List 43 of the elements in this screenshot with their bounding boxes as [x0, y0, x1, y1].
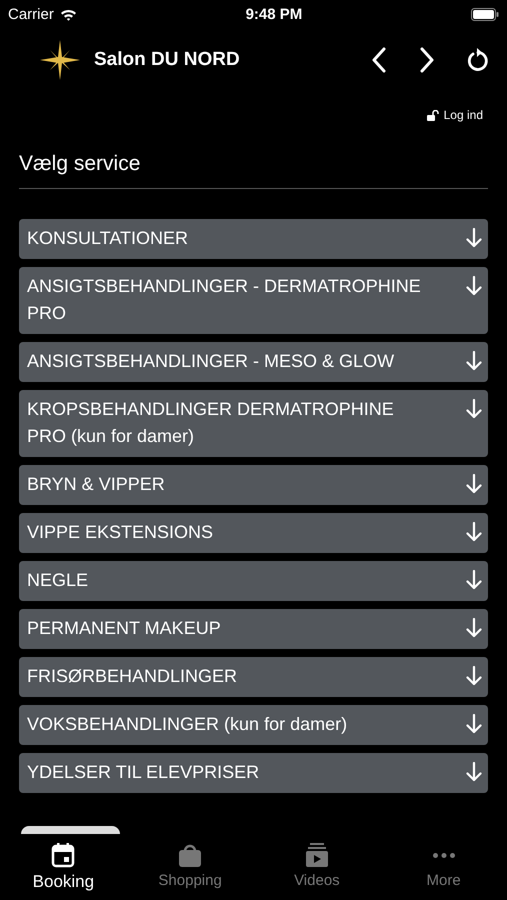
down-arrow-icon — [466, 714, 482, 734]
star-logo-icon — [40, 40, 80, 80]
app-title: Salon DU NORD — [94, 49, 241, 71]
down-arrow-icon — [466, 570, 482, 590]
service-category-row[interactable]: KROPSBEHANDLINGER DERMATROPHINE PRO (kun for damer) — [19, 390, 488, 457]
partial-button[interactable] — [21, 826, 120, 834]
battery-icon — [470, 8, 499, 20]
unlocked-padlock-icon — [426, 110, 439, 120]
service-category-row[interactable]: BRYN & VIPPER — [19, 465, 488, 505]
service-category-row[interactable]: ANSIGTSBEHANDLINGER - DERMATROPHINE PRO — [19, 267, 488, 334]
carrier-label: Carrier — [8, 6, 54, 22]
down-arrow-icon — [466, 474, 482, 494]
down-arrow-icon — [466, 228, 482, 248]
calendar-icon — [51, 842, 76, 868]
tab-bar-item[interactable]: Booking — [0, 834, 127, 900]
back-button[interactable] — [371, 47, 387, 73]
service-category-row[interactable]: PERMANENT MAKEUP — [19, 609, 488, 649]
forward-button[interactable] — [419, 47, 435, 73]
down-arrow-icon — [466, 762, 482, 782]
service-category-row[interactable]: ANSIGTSBEHANDLINGER - MESO & GLOW — [19, 342, 488, 382]
shopping-bag-icon — [178, 842, 202, 868]
service-category-row[interactable]: VIPPE EKSTENSIONS — [19, 513, 488, 553]
down-arrow-icon — [466, 351, 482, 371]
service-category-row[interactable]: FRISØRBEHANDLINGER — [19, 657, 488, 697]
status-time: 9:48 PM — [246, 6, 302, 22]
service-category-row[interactable]: YDELSER TIL ELEVPRISER — [19, 753, 488, 793]
service-category-row[interactable]: KONSULTATIONER — [19, 219, 488, 259]
down-arrow-icon — [466, 276, 482, 296]
down-arrow-icon — [466, 399, 482, 419]
service-category-row[interactable]: VOKSBEHANDLINGER (kun for damer) — [19, 705, 488, 745]
reload-button[interactable] — [467, 48, 489, 72]
tab-bar-item[interactable]: More — [380, 834, 507, 900]
section-title: Vælg service — [19, 152, 488, 189]
service-category-row[interactable]: NEGLE — [19, 561, 488, 601]
tab-bar-item[interactable]: Videos — [254, 834, 380, 900]
down-arrow-icon — [466, 618, 482, 638]
more-icon — [432, 853, 455, 858]
wifi-icon — [60, 8, 77, 20]
down-arrow-icon — [466, 522, 482, 542]
login-button[interactable]: Log ind — [426, 108, 483, 122]
down-arrow-icon — [466, 666, 482, 686]
tab-bar-item[interactable]: Shopping — [126, 834, 254, 900]
video-stack-icon — [304, 842, 329, 868]
